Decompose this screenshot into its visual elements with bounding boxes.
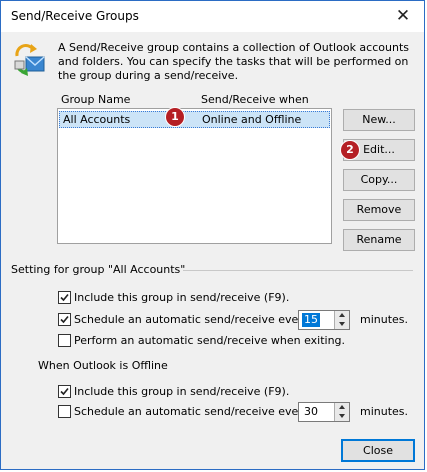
chevron-down-icon <box>339 414 345 418</box>
schedule-offline-label: Schedule an automatic send/receive every <box>74 405 310 418</box>
schedule-online-checkbox[interactable] <box>58 313 71 326</box>
send-receive-groups-dialog: Send/Receive Groups ✕ A Send/Receive gro… <box>0 0 425 470</box>
offline-section-heading: When Outlook is Offline <box>38 359 168 372</box>
offline-minutes-unit: minutes. <box>360 405 409 418</box>
close-button[interactable]: Close <box>341 439 415 462</box>
group-name-cell: All Accounts <box>63 113 131 126</box>
rename-button[interactable]: Rename <box>343 229 415 251</box>
schedule-online-label: Schedule an automatic send/receive every <box>74 313 310 326</box>
spin-down-button[interactable] <box>335 320 349 329</box>
checkmark-icon <box>60 387 69 396</box>
include-group-label: Include this group in send/receive (F9). <box>74 291 290 304</box>
send-receive-on-exit-checkbox[interactable] <box>58 334 71 347</box>
online-minutes-value[interactable]: 15 <box>302 313 320 327</box>
schedule-offline-checkbox[interactable] <box>58 405 71 418</box>
offline-include-group-checkbox[interactable] <box>58 385 71 398</box>
list-item[interactable]: All Accounts Online and Offline <box>59 111 330 128</box>
chevron-up-icon <box>339 405 345 409</box>
send-receive-when-cell: Online and Offline <box>202 113 302 126</box>
callout-badge-2: 2 <box>341 141 359 159</box>
offline-minutes-spinner[interactable]: 30 <box>298 402 350 422</box>
checkmark-icon <box>60 315 69 324</box>
column-header-send-receive-when[interactable]: Send/Receive when <box>201 93 309 106</box>
window-title: Send/Receive Groups <box>11 9 139 23</box>
column-header-group-name[interactable]: Group Name <box>61 93 130 106</box>
callout-badge-1: 1 <box>166 108 184 126</box>
spinner-arrows[interactable] <box>334 403 349 421</box>
groups-listbox[interactable]: All Accounts Online and Offline <box>57 108 332 244</box>
online-minutes-spinner[interactable]: 15 <box>298 310 350 330</box>
offline-minutes-value[interactable]: 30 <box>302 405 320 419</box>
send-receive-on-exit-label: Perform an automatic send/receive when e… <box>74 334 346 347</box>
title-bar: Send/Receive Groups ✕ <box>1 1 424 32</box>
group-settings-heading: Setting for group "All Accounts" <box>11 263 186 276</box>
spin-down-button[interactable] <box>335 412 349 421</box>
spinner-arrows[interactable] <box>334 311 349 329</box>
offline-include-group-label: Include this group in send/receive (F9). <box>74 385 290 398</box>
include-group-checkbox[interactable] <box>58 291 71 304</box>
send-receive-icon <box>14 44 45 76</box>
dialog-description: A Send/Receive group contains a collecti… <box>58 41 409 82</box>
remove-button[interactable]: Remove <box>343 199 415 221</box>
checkmark-icon <box>60 293 69 302</box>
chevron-down-icon <box>339 322 345 326</box>
online-minutes-unit: minutes. <box>360 313 409 326</box>
section-divider <box>183 270 413 271</box>
chevron-up-icon <box>339 313 345 317</box>
close-icon[interactable]: ✕ <box>390 4 416 28</box>
copy-button[interactable]: Copy... <box>343 169 415 191</box>
new-button[interactable]: New... <box>343 109 415 131</box>
